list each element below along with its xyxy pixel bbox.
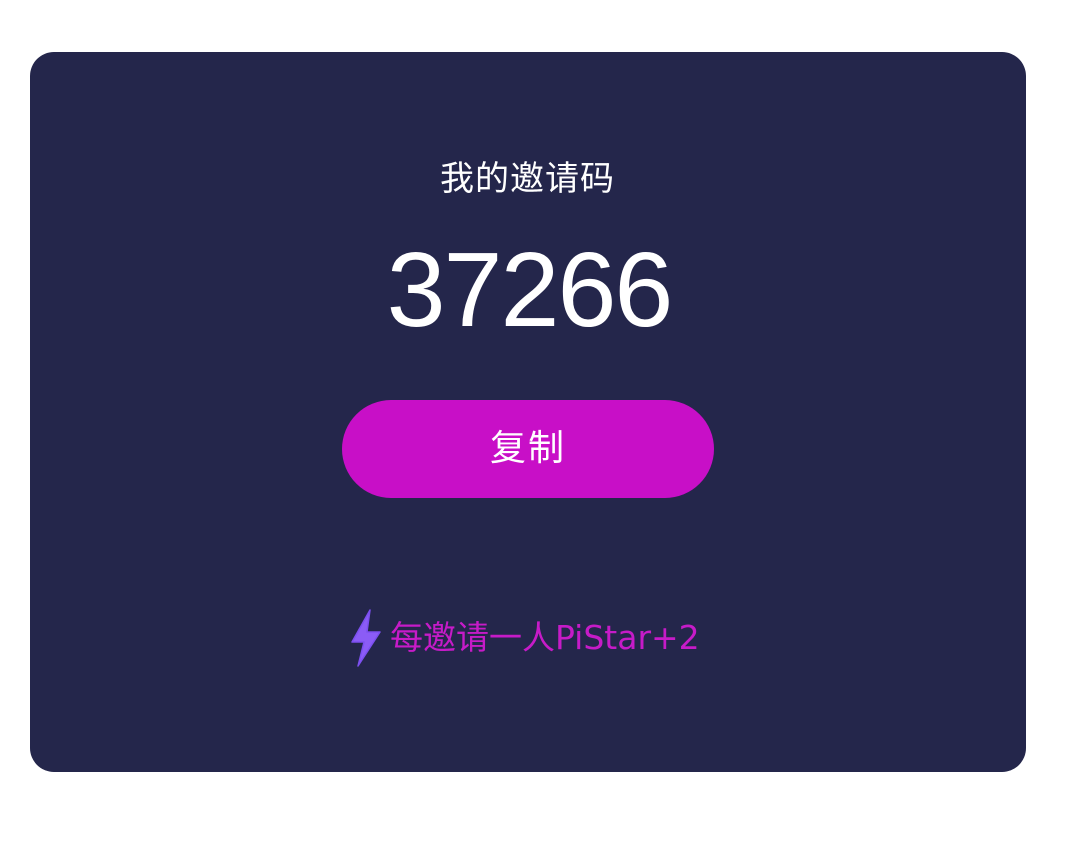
- invite-code-value: 37266: [386, 231, 674, 349]
- invite-reward-tip: 每邀请一人PiStar+2: [344, 606, 700, 670]
- invite-code-title: 我的邀请码: [440, 159, 615, 199]
- copy-button[interactable]: 复制: [342, 400, 714, 498]
- invite-reward-text: 每邀请一人PiStar+2: [390, 618, 700, 657]
- lightning-bolt-icon: [351, 609, 381, 667]
